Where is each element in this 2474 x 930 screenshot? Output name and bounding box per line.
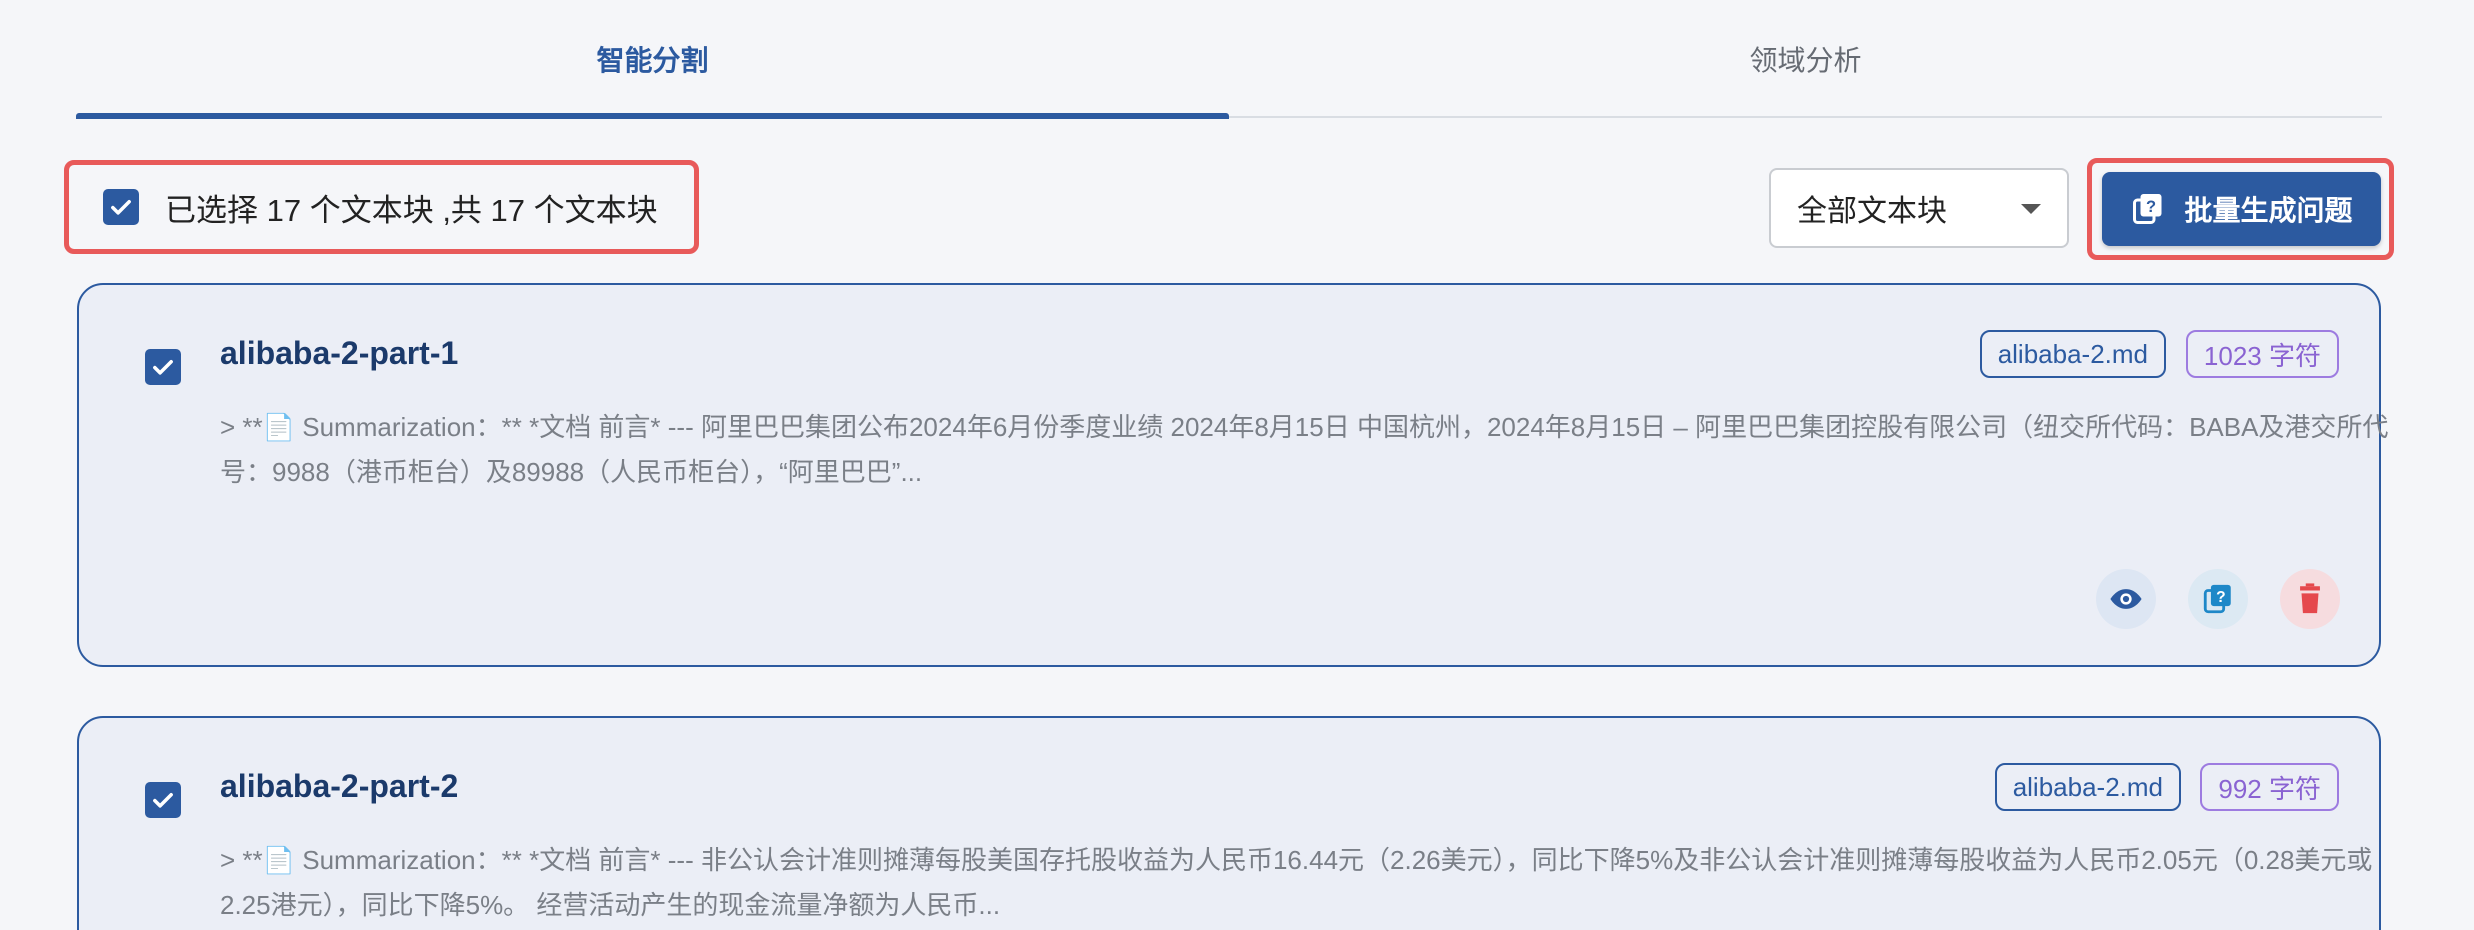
- check-icon: [153, 793, 173, 808]
- trash-icon: [2300, 583, 2320, 614]
- selection-summary-text: 已选择 17 个文本块 ,共 17 个文本块: [165, 192, 658, 228]
- chunk-content-preview: > **📄 Summarization：** *文档 前言* --- 非公认会计…: [220, 845, 2373, 920]
- chunk-title: alibaba-2-part-1: [220, 335, 459, 371]
- chunk-content-preview: > **📄 Summarization：** *文档 前言* --- 阿里巴巴集…: [220, 412, 2389, 487]
- svg-text:?: ?: [2216, 589, 2226, 606]
- tab-bar: 智能分割 领域分析: [76, 0, 2382, 119]
- chunk-actions: ?: [2096, 569, 2340, 629]
- generate-questions-button[interactable]: ?: [2188, 569, 2248, 629]
- batch-generate-button[interactable]: ? 批量生成问题: [2102, 172, 2381, 246]
- chunk-card[interactable]: alibaba-2-part-1 alibaba-2.md 1023 字符 > …: [77, 283, 2388, 667]
- select-all-area: 已选择 17 个文本块 ,共 17 个文本块: [64, 160, 699, 254]
- question-stack-icon: ?: [2203, 584, 2231, 614]
- view-button[interactable]: [2096, 569, 2156, 629]
- batch-generate-label: 批量生成问题: [2184, 195, 2353, 226]
- file-name-badge: alibaba-2.md: [1994, 763, 2181, 811]
- chunk-checkbox[interactable]: [145, 349, 181, 385]
- check-icon: [111, 200, 131, 215]
- char-count-badge: 992 字符: [2200, 763, 2339, 811]
- delete-button[interactable]: [2280, 569, 2340, 629]
- select-all-checkbox[interactable]: [103, 189, 139, 225]
- chunk-card[interactable]: alibaba-2-part-2 alibaba-2.md 992 字符 > *…: [77, 716, 2381, 930]
- question-stack-icon: ?: [2133, 194, 2162, 224]
- batch-generate-highlight: ? 批量生成问题: [2087, 158, 2394, 260]
- chunk-filter-select[interactable]: 全部文本块: [1769, 168, 2069, 248]
- chunk-title: alibaba-2-part-2: [220, 768, 459, 804]
- chunk-checkbox[interactable]: [145, 782, 181, 818]
- eye-icon: [2110, 589, 2142, 609]
- chevron-down-icon: [2021, 204, 2041, 214]
- svg-text:?: ?: [2146, 198, 2156, 216]
- char-count-badge: 1023 字符: [2185, 330, 2339, 378]
- check-icon: [153, 360, 173, 375]
- chunk-filter-value: 全部文本块: [1797, 195, 1947, 228]
- tab-domain-analysis[interactable]: 领域分析: [1229, 0, 2382, 116]
- file-name-badge: alibaba-2.md: [1979, 330, 2166, 378]
- tab-smart-split[interactable]: 智能分割: [76, 0, 1229, 119]
